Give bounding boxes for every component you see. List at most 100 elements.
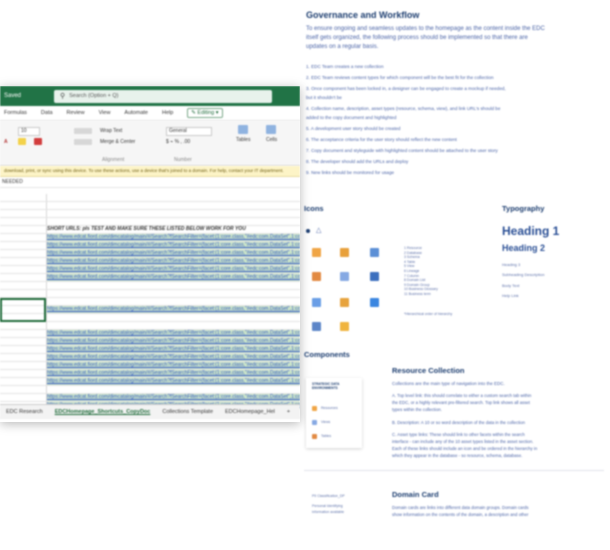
number-format-icons[interactable]: $ ⌁ % , .00 xyxy=(166,139,190,145)
row-header[interactable] xyxy=(0,394,47,401)
icon-name-item: 4 Table xyxy=(404,259,416,264)
link-cell[interactable]: https://www.edcat.fiord.com/dimcatalog/m… xyxy=(47,274,300,281)
workflow-step: 8. The developer should add the URLs and… xyxy=(306,159,409,164)
search-placeholder: Search (Option + Q) xyxy=(69,93,119,99)
icons-title: Icons xyxy=(304,204,324,213)
number-format-select[interactable]: General xyxy=(166,127,212,136)
indent-icon[interactable] xyxy=(74,139,92,145)
row-header[interactable] xyxy=(0,218,47,225)
link-cell[interactable]: https://www.edcat.fiord.com/dimcatalog/m… xyxy=(47,250,300,257)
table-row: https://www.edcat.fiord.com/dimcatalog/m… xyxy=(0,330,300,338)
heading-cell[interactable]: SHORT URLS: pls TEST AND MAKE SURE THESE… xyxy=(47,226,300,233)
row-header[interactable] xyxy=(0,346,47,353)
table-row: https://www.edcat.fiord.com/dimcatalog/m… xyxy=(0,378,300,386)
table-icon xyxy=(312,272,321,281)
editing-mode-button[interactable]: ✎ Editing ▾ xyxy=(187,108,223,118)
triangle-icon: △ xyxy=(316,227,322,234)
tab-automate[interactable]: Automate xyxy=(124,110,148,116)
tables-icon[interactable] xyxy=(238,125,248,134)
link-cell[interactable]: https://www.edcat.fiord.com/dimcatalog/m… xyxy=(47,258,300,265)
link-cell[interactable]: https://www.edcat.fiord.com/dimcatalog/m… xyxy=(47,266,300,273)
row-header[interactable] xyxy=(0,202,47,209)
add-sheet-icon[interactable]: + xyxy=(281,409,296,415)
row-header[interactable] xyxy=(0,386,47,393)
row-header[interactable] xyxy=(0,194,47,201)
icon-name-item: 2 Database xyxy=(404,250,422,255)
row-header[interactable] xyxy=(0,362,47,369)
tab-view[interactable]: View xyxy=(99,110,111,116)
saved-status: Saved xyxy=(4,93,22,99)
row-header[interactable] xyxy=(0,274,47,281)
link-cell[interactable]: https://www.edcat.fiord.com/dimcatalog/m… xyxy=(47,370,300,377)
search-input[interactable]: ⚲ Search (Option + Q) xyxy=(54,89,272,103)
heading-1-sample: Heading 1 xyxy=(502,224,560,238)
link-cell[interactable]: https://www.edcat.fiord.com/dimcatalog/m… xyxy=(47,306,300,313)
workflow-step: 4. Collection name, description, asset t… xyxy=(306,106,501,111)
column-icon xyxy=(312,298,321,307)
link-cell[interactable]: https://www.edcat.fiord.com/dimcatalog/m… xyxy=(47,242,300,249)
link-cell[interactable]: https://www.edcat.fiord.com/dimcatalog/m… xyxy=(47,362,300,369)
table-row: https://www.edcat.fiord.com/dimcatalog/m… xyxy=(0,370,300,378)
link-cell[interactable]: https://www.edcat.fiord.com/dimcatalog/m… xyxy=(47,234,300,241)
schema-icon xyxy=(370,248,379,257)
business-term-icon xyxy=(340,322,349,331)
row-header[interactable] xyxy=(0,234,47,241)
sheet-tab-edc-homepage-help[interactable]: EDCHomepage_Hel xyxy=(219,409,281,415)
resource-c-3: Each of these links should include an ic… xyxy=(392,446,538,451)
tab-formulas[interactable]: Formulas xyxy=(4,110,27,116)
wrap-text-button[interactable]: Wrap Text xyxy=(100,128,122,134)
cells-icon[interactable] xyxy=(266,125,276,134)
body-text-sample: Body Text xyxy=(502,283,520,288)
link-cell[interactable]: https://www.edcat.fiord.com/dimcatalog/m… xyxy=(47,394,300,401)
row-header[interactable] xyxy=(0,210,47,217)
domain-group-icon xyxy=(370,298,379,307)
database-icon xyxy=(340,248,349,257)
workflow-step: but it shouldn't be xyxy=(306,95,342,100)
row-header[interactable] xyxy=(0,282,47,289)
sheet-tab-edc-research[interactable]: EDC Research xyxy=(0,409,49,415)
row-header[interactable] xyxy=(0,338,47,345)
row-header[interactable] xyxy=(0,250,47,257)
info-bar: download, print, or sync using this devi… xyxy=(0,166,300,177)
row-header[interactable] xyxy=(0,258,47,265)
menu-tabs: Formulas Data Review View Automate Help … xyxy=(0,106,300,121)
spreadsheet-grid[interactable]: SHORT URLS: pls TEST AND MAKE SURE THESE… xyxy=(0,194,300,418)
number-format-value: General xyxy=(169,128,187,134)
sheet-tab-collections-template[interactable]: Collections Template xyxy=(156,409,219,415)
tables-button[interactable]: Tables xyxy=(236,137,250,143)
row-header[interactable] xyxy=(0,290,47,297)
selected-cell[interactable] xyxy=(0,298,46,322)
resource-a-2: the EDC, or a highly relevant pre-filter… xyxy=(392,400,530,405)
link-cell[interactable]: https://www.edcat.fiord.com/dimcatalog/m… xyxy=(47,378,300,385)
typography-title: Typography xyxy=(502,204,545,213)
row-header[interactable] xyxy=(0,266,47,273)
align-icon[interactable] xyxy=(74,128,92,134)
fill-color-icon[interactable] xyxy=(18,138,26,145)
sheet-tab-edc-homepage-shortcuts[interactable]: EDCHomepage_Shortcuts_CopyDoc xyxy=(49,409,157,415)
row-header[interactable] xyxy=(0,226,47,233)
merge-center-button[interactable]: Merge & Center xyxy=(100,139,135,145)
card-item-resources: Resources xyxy=(321,406,338,410)
link-cell[interactable]: https://www.edcat.fiord.com/dimcatalog/m… xyxy=(47,338,300,345)
tab-review[interactable]: Review xyxy=(67,110,85,116)
formula-bar[interactable]: NEEDED xyxy=(0,177,300,188)
link-cell[interactable]: https://www.edcat.fiord.com/dimcatalog/m… xyxy=(47,330,300,337)
link-cell[interactable]: https://www.edcat.fiord.com/dimcatalog/m… xyxy=(47,354,300,361)
tab-help[interactable]: Help xyxy=(162,110,173,116)
link-cell[interactable]: https://www.edcat.fiord.com/dimcatalog/m… xyxy=(47,346,300,353)
row-header[interactable] xyxy=(0,242,47,249)
font-size-select[interactable]: 10 xyxy=(18,127,40,136)
text-color-icon[interactable] xyxy=(34,138,42,145)
tab-data[interactable]: Data xyxy=(41,110,53,116)
font-color-icon[interactable]: A xyxy=(4,139,8,145)
row-header[interactable] xyxy=(0,330,47,337)
cells-button[interactable]: Cells xyxy=(266,137,277,143)
row-header[interactable] xyxy=(0,370,47,377)
governance-intro-2: itself gets organized, the following pro… xyxy=(306,35,528,41)
row-header[interactable] xyxy=(0,378,47,385)
row-header[interactable] xyxy=(0,322,47,329)
number-group-label: Number xyxy=(174,157,192,163)
row-header[interactable] xyxy=(0,354,47,361)
resource-intro: Collections are the main type of navigat… xyxy=(392,381,505,386)
table-row: https://www.edcat.fiord.com/dimcatalog/m… xyxy=(0,234,300,242)
